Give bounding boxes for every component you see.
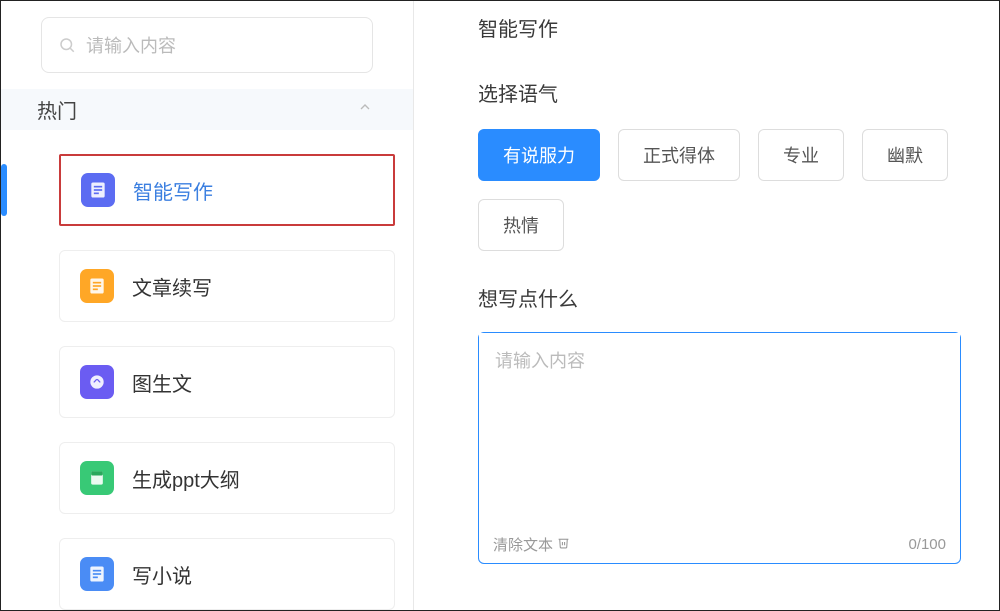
prompt-section-label: 想写点什么 bbox=[478, 283, 961, 312]
sidebar-row-continue-writing: 文章续写 bbox=[19, 250, 395, 322]
section-header-hot[interactable]: 热门 bbox=[1, 89, 413, 130]
sidebar-item-ppt-outline[interactable]: 生成ppt大纲 bbox=[59, 442, 395, 514]
doc-icon bbox=[80, 557, 114, 591]
search-icon bbox=[58, 36, 76, 54]
sidebar-row-write-novel: 写小说 bbox=[19, 538, 395, 610]
sidebar-item-label: 智能写作 bbox=[133, 176, 213, 205]
char-counter: 0/100 bbox=[908, 536, 946, 553]
chevron-up-icon bbox=[357, 99, 373, 120]
search-input[interactable]: 请输入内容 bbox=[41, 17, 373, 73]
tone-chip-humorous[interactable]: 幽默 bbox=[862, 129, 948, 181]
ppt-icon bbox=[80, 461, 114, 495]
search-wrapper: 请输入内容 bbox=[1, 17, 413, 89]
tone-chip-enthusiastic[interactable]: 热情 bbox=[478, 199, 564, 251]
page-title: 智能写作 bbox=[478, 13, 961, 42]
sidebar: 请输入内容 热门 智能写作 文章续写 bbox=[1, 1, 414, 610]
search-placeholder: 请输入内容 bbox=[86, 32, 176, 58]
sidebar-item-label: 图生文 bbox=[132, 368, 192, 397]
tone-chip-persuasive[interactable]: 有说服力 bbox=[478, 129, 600, 181]
sidebar-item-label: 文章续写 bbox=[132, 272, 212, 301]
doc-icon bbox=[80, 269, 114, 303]
tone-section-label: 选择语气 bbox=[478, 78, 961, 107]
sidebar-row-image-to-text: 图生文 bbox=[19, 346, 395, 418]
menu-list: 智能写作 文章续写 图生文 bbox=[1, 154, 413, 610]
tone-chip-formal[interactable]: 正式得体 bbox=[618, 129, 740, 181]
sidebar-row-smart-writing: 智能写作 bbox=[19, 154, 395, 226]
trash-icon bbox=[557, 536, 570, 553]
sidebar-item-write-novel[interactable]: 写小说 bbox=[59, 538, 395, 610]
section-title: 热门 bbox=[37, 95, 77, 124]
content-textarea-wrapper: 清除文本 0/100 bbox=[478, 332, 961, 564]
tone-chip-row: 有说服力 正式得体 专业 幽默 热情 bbox=[478, 129, 961, 251]
content-textarea[interactable] bbox=[479, 333, 960, 526]
sidebar-item-smart-writing[interactable]: 智能写作 bbox=[59, 154, 395, 226]
main-panel: 智能写作 选择语气 有说服力 正式得体 专业 幽默 热情 想写点什么 清除文本 … bbox=[414, 1, 999, 610]
doc-icon bbox=[81, 173, 115, 207]
sidebar-item-label: 生成ppt大纲 bbox=[132, 464, 240, 493]
tone-chip-professional[interactable]: 专业 bbox=[758, 129, 844, 181]
clear-label: 清除文本 bbox=[493, 534, 553, 555]
sidebar-item-continue-writing[interactable]: 文章续写 bbox=[59, 250, 395, 322]
sidebar-item-image-to-text[interactable]: 图生文 bbox=[59, 346, 395, 418]
textarea-footer: 清除文本 0/100 bbox=[479, 526, 960, 563]
sidebar-item-label: 写小说 bbox=[132, 560, 192, 589]
image-icon bbox=[80, 365, 114, 399]
sidebar-row-ppt-outline: 生成ppt大纲 bbox=[19, 442, 395, 514]
clear-text-button[interactable]: 清除文本 bbox=[493, 534, 570, 555]
